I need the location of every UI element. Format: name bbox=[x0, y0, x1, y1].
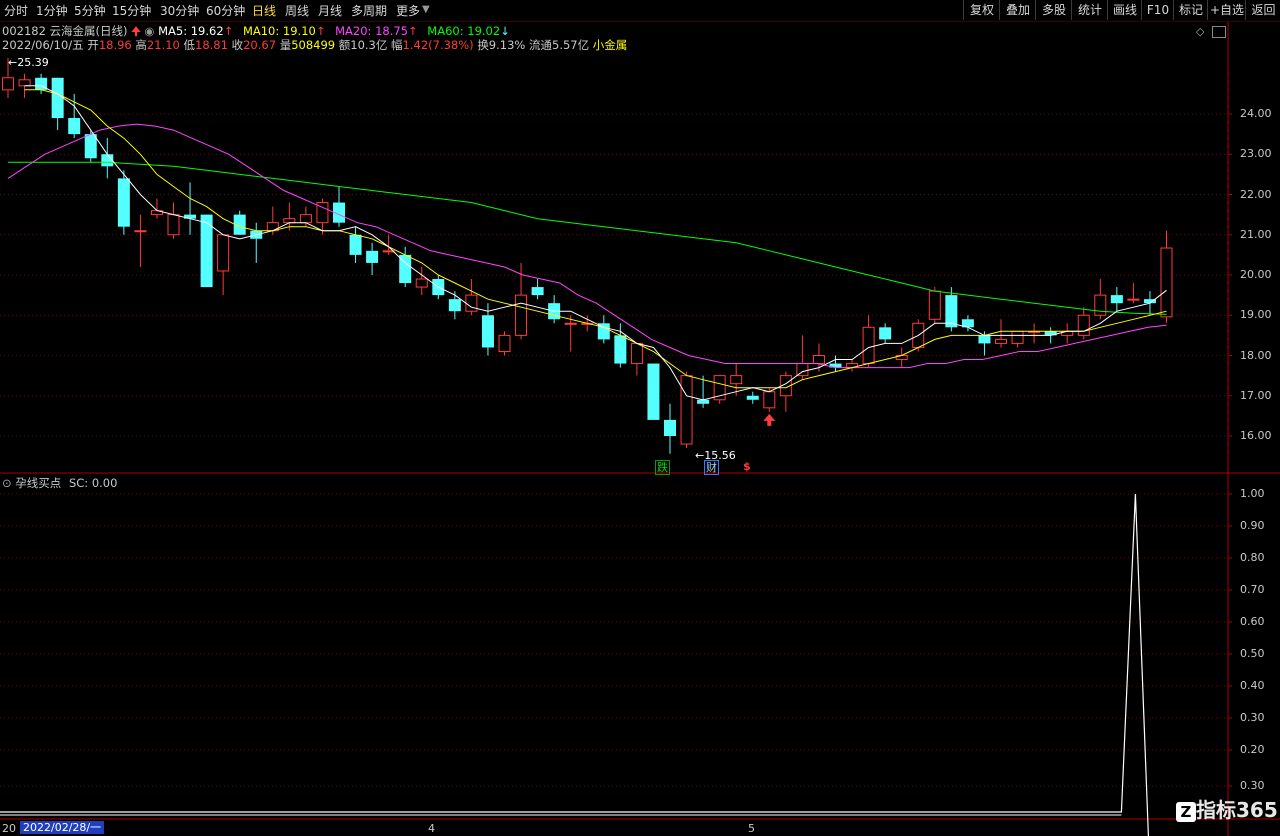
candle-body-down bbox=[101, 154, 114, 167]
candle-body-up bbox=[1127, 298, 1140, 301]
candle-body-up bbox=[1011, 330, 1024, 344]
candle-body-up bbox=[564, 322, 577, 325]
time-axis-stub: 20 bbox=[2, 822, 16, 835]
price-tick-label: 21.00 bbox=[1240, 227, 1272, 241]
candle-body-down bbox=[1110, 295, 1123, 304]
news-badge-drop[interactable]: 跌 bbox=[655, 460, 670, 475]
candle-body-down bbox=[945, 295, 958, 328]
month-marker-5: 5 bbox=[748, 822, 755, 835]
candle-body-down bbox=[664, 419, 676, 436]
candle-body-down bbox=[879, 327, 892, 340]
candle-body-up bbox=[299, 214, 312, 224]
indicator-tick-label: 0.30 bbox=[1240, 779, 1265, 792]
candle-body-up bbox=[995, 338, 1007, 344]
indicator-tick-label: 0.30 bbox=[1240, 711, 1265, 724]
sc-indicator-line bbox=[0, 493, 1149, 836]
candle-body-up bbox=[167, 214, 180, 236]
cursor-date-label: 2022/02/28/一 bbox=[20, 821, 105, 834]
candle-body-down bbox=[614, 335, 627, 364]
indicator-value: SC: 0.00 bbox=[68, 476, 118, 490]
candle-body-up bbox=[515, 294, 528, 336]
buy-signal-arrow-icon bbox=[763, 413, 776, 426]
news-badge-finance[interactable]: 财 bbox=[704, 460, 719, 475]
candle-body-up bbox=[680, 375, 693, 445]
price-tick-label: 19.00 bbox=[1240, 308, 1272, 322]
candle-body-down bbox=[746, 395, 759, 400]
time-axis: 20 4 5 bbox=[0, 820, 1280, 836]
price-tick-label: 16.00 bbox=[1240, 429, 1272, 442]
candle-body-down bbox=[647, 363, 660, 420]
candle-body-up bbox=[812, 355, 825, 365]
indicator-title-line: ⊙ 孕线买点 SC: 0.00 bbox=[2, 475, 117, 491]
candle-body-down bbox=[448, 299, 461, 312]
candle-body-up bbox=[862, 326, 875, 365]
indicator-tick-label: 0.60 bbox=[1240, 615, 1265, 628]
price-tick-label: 23.00 bbox=[1240, 147, 1272, 161]
indicator-menu-icon[interactable]: ⊙ bbox=[2, 476, 12, 490]
indicator-tick-label: 0.90 bbox=[1240, 519, 1265, 532]
candle-body-up bbox=[1077, 314, 1090, 336]
candle-body-up bbox=[415, 278, 428, 288]
max-price-label: ←25.39 bbox=[8, 56, 49, 69]
candle-body-down bbox=[349, 234, 362, 255]
candle-body-up bbox=[283, 218, 296, 224]
candle-body-down bbox=[531, 287, 544, 296]
candle-body-up bbox=[730, 375, 743, 385]
candle-body-up bbox=[2, 77, 14, 91]
ma5-line bbox=[24, 85, 1167, 401]
candle-body-down bbox=[978, 335, 991, 344]
candle-body-up bbox=[1160, 247, 1173, 318]
indicator-tick-label: 0.50 bbox=[1240, 647, 1265, 660]
ma60-line bbox=[8, 161, 1167, 315]
candle-body-up bbox=[498, 334, 511, 352]
month-marker-4: 4 bbox=[428, 822, 435, 835]
candle-body-down bbox=[366, 250, 379, 263]
candle-body-up bbox=[465, 294, 478, 312]
indicator-tick-label: 0.40 bbox=[1240, 679, 1265, 692]
candle-body-up bbox=[928, 290, 941, 320]
news-badge-dollar[interactable]: $ bbox=[742, 460, 752, 473]
indicator-tick-label: 1.00 bbox=[1240, 487, 1265, 500]
watermark: Z 指标365 bbox=[1176, 797, 1278, 823]
candle-body-up bbox=[18, 79, 31, 87]
brand-logo-icon: Z bbox=[1176, 801, 1196, 822]
indicator-tick-label: 0.20 bbox=[1240, 743, 1265, 756]
candle-body-down bbox=[68, 118, 81, 135]
candle-body-down bbox=[84, 134, 97, 159]
candle-body-down bbox=[697, 399, 710, 404]
indicator-tick-label: 0.80 bbox=[1240, 551, 1265, 564]
candle-body-up bbox=[134, 230, 147, 233]
candle-body-down bbox=[51, 77, 64, 119]
candle-body-down bbox=[117, 178, 130, 227]
candle-body-up bbox=[1094, 294, 1107, 316]
price-tick-label: 22.00 bbox=[1240, 187, 1272, 201]
indicator-tick-label: 0.70 bbox=[1240, 583, 1265, 596]
kline-chart-svg[interactable] bbox=[0, 0, 1280, 836]
candle-body-up bbox=[630, 342, 643, 365]
price-tick-label: 20.00 bbox=[1240, 268, 1272, 281]
candle-body-up bbox=[763, 391, 776, 409]
price-tick-label: 24.00 bbox=[1240, 107, 1272, 120]
price-tick-label: 18.00 bbox=[1240, 348, 1272, 362]
indicator-name[interactable]: 孕线买点 bbox=[15, 476, 61, 490]
candle-body-down bbox=[481, 315, 494, 348]
candle-body-up bbox=[217, 234, 230, 272]
price-tick-label: 17.00 bbox=[1240, 388, 1272, 402]
